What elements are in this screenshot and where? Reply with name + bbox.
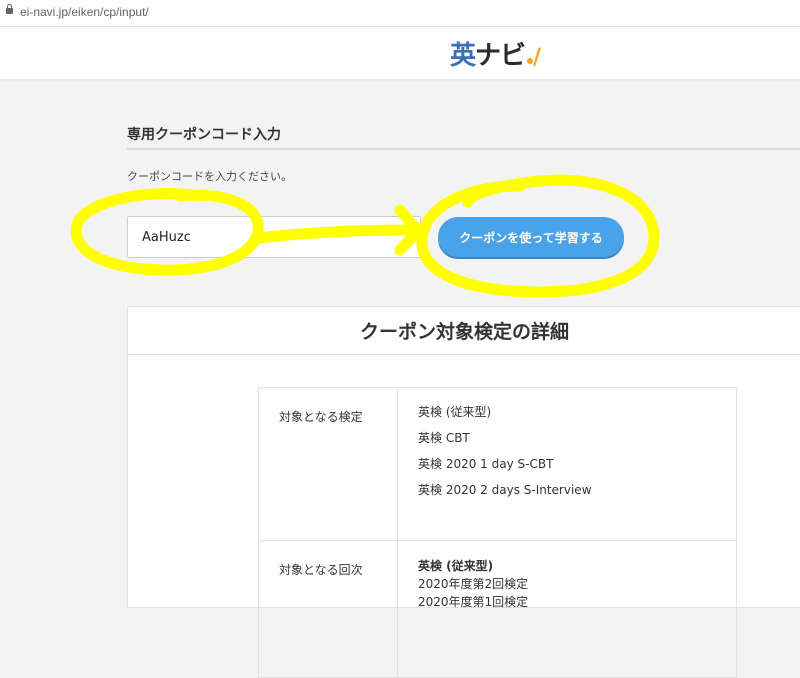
table-row: 対象となる検定 英検 (従来型) 英検 CBT 英検 2020 1 day S-… — [258, 387, 737, 541]
instruction-text: クーポンコードを入力ください。 — [127, 170, 292, 183]
list-item: 英検 (従来型) — [418, 405, 492, 419]
logo-kanji: 英 — [450, 41, 476, 71]
logo-slash-icon: / — [533, 45, 541, 70]
table-row: 対象となる回次 英検 (従来型) 2020年度第2回検定 2020年度第1回検定 — [258, 540, 737, 678]
logo-kana: ナビ — [475, 41, 526, 71]
row-values: 英検 (従来型) 英検 CBT 英検 2020 1 day S-CBT 英検 2… — [397, 387, 737, 541]
row-label: 対象となる検定 — [258, 387, 398, 541]
lock-icon — [6, 4, 13, 14]
site-logo[interactable]: 英ナビ / — [450, 41, 541, 73]
coupon-details-card: クーポン対象検定の詳細 対象となる検定 英検 (従来型) 英検 CBT 英検 2… — [127, 306, 800, 678]
list-item: 英検 CBT — [418, 431, 470, 445]
list-item: 2020年度第2回検定 — [418, 577, 529, 591]
details-table: 対象となる検定 英検 (従来型) 英検 CBT 英検 2020 1 day S-… — [258, 387, 737, 678]
section-divider — [127, 148, 800, 150]
browser-address-bar[interactable]: ei-navi.jp/eiken/cp/input/ — [0, 0, 800, 27]
list-item: 英検 2020 2 days S-Interview — [418, 483, 592, 497]
details-title: クーポン対象検定の詳細 — [359, 321, 569, 343]
list-item: 英検 2020 1 day S-CBT — [418, 457, 554, 471]
row-values: 英検 (従来型) 2020年度第2回検定 2020年度第1回検定 — [397, 540, 737, 678]
use-coupon-button[interactable]: クーポンを使って学習する — [438, 217, 624, 257]
site-header: 英ナビ / — [0, 27, 800, 80]
exam-heading: 英検 (従来型) — [418, 559, 494, 573]
coupon-code-input[interactable] — [127, 216, 421, 258]
section-title: 専用クーポンコード入力 — [127, 127, 281, 143]
details-title-divider — [128, 354, 800, 355]
row-label: 対象となる回次 — [258, 540, 398, 678]
url-text[interactable]: ei-navi.jp/eiken/cp/input/ — [20, 5, 149, 19]
